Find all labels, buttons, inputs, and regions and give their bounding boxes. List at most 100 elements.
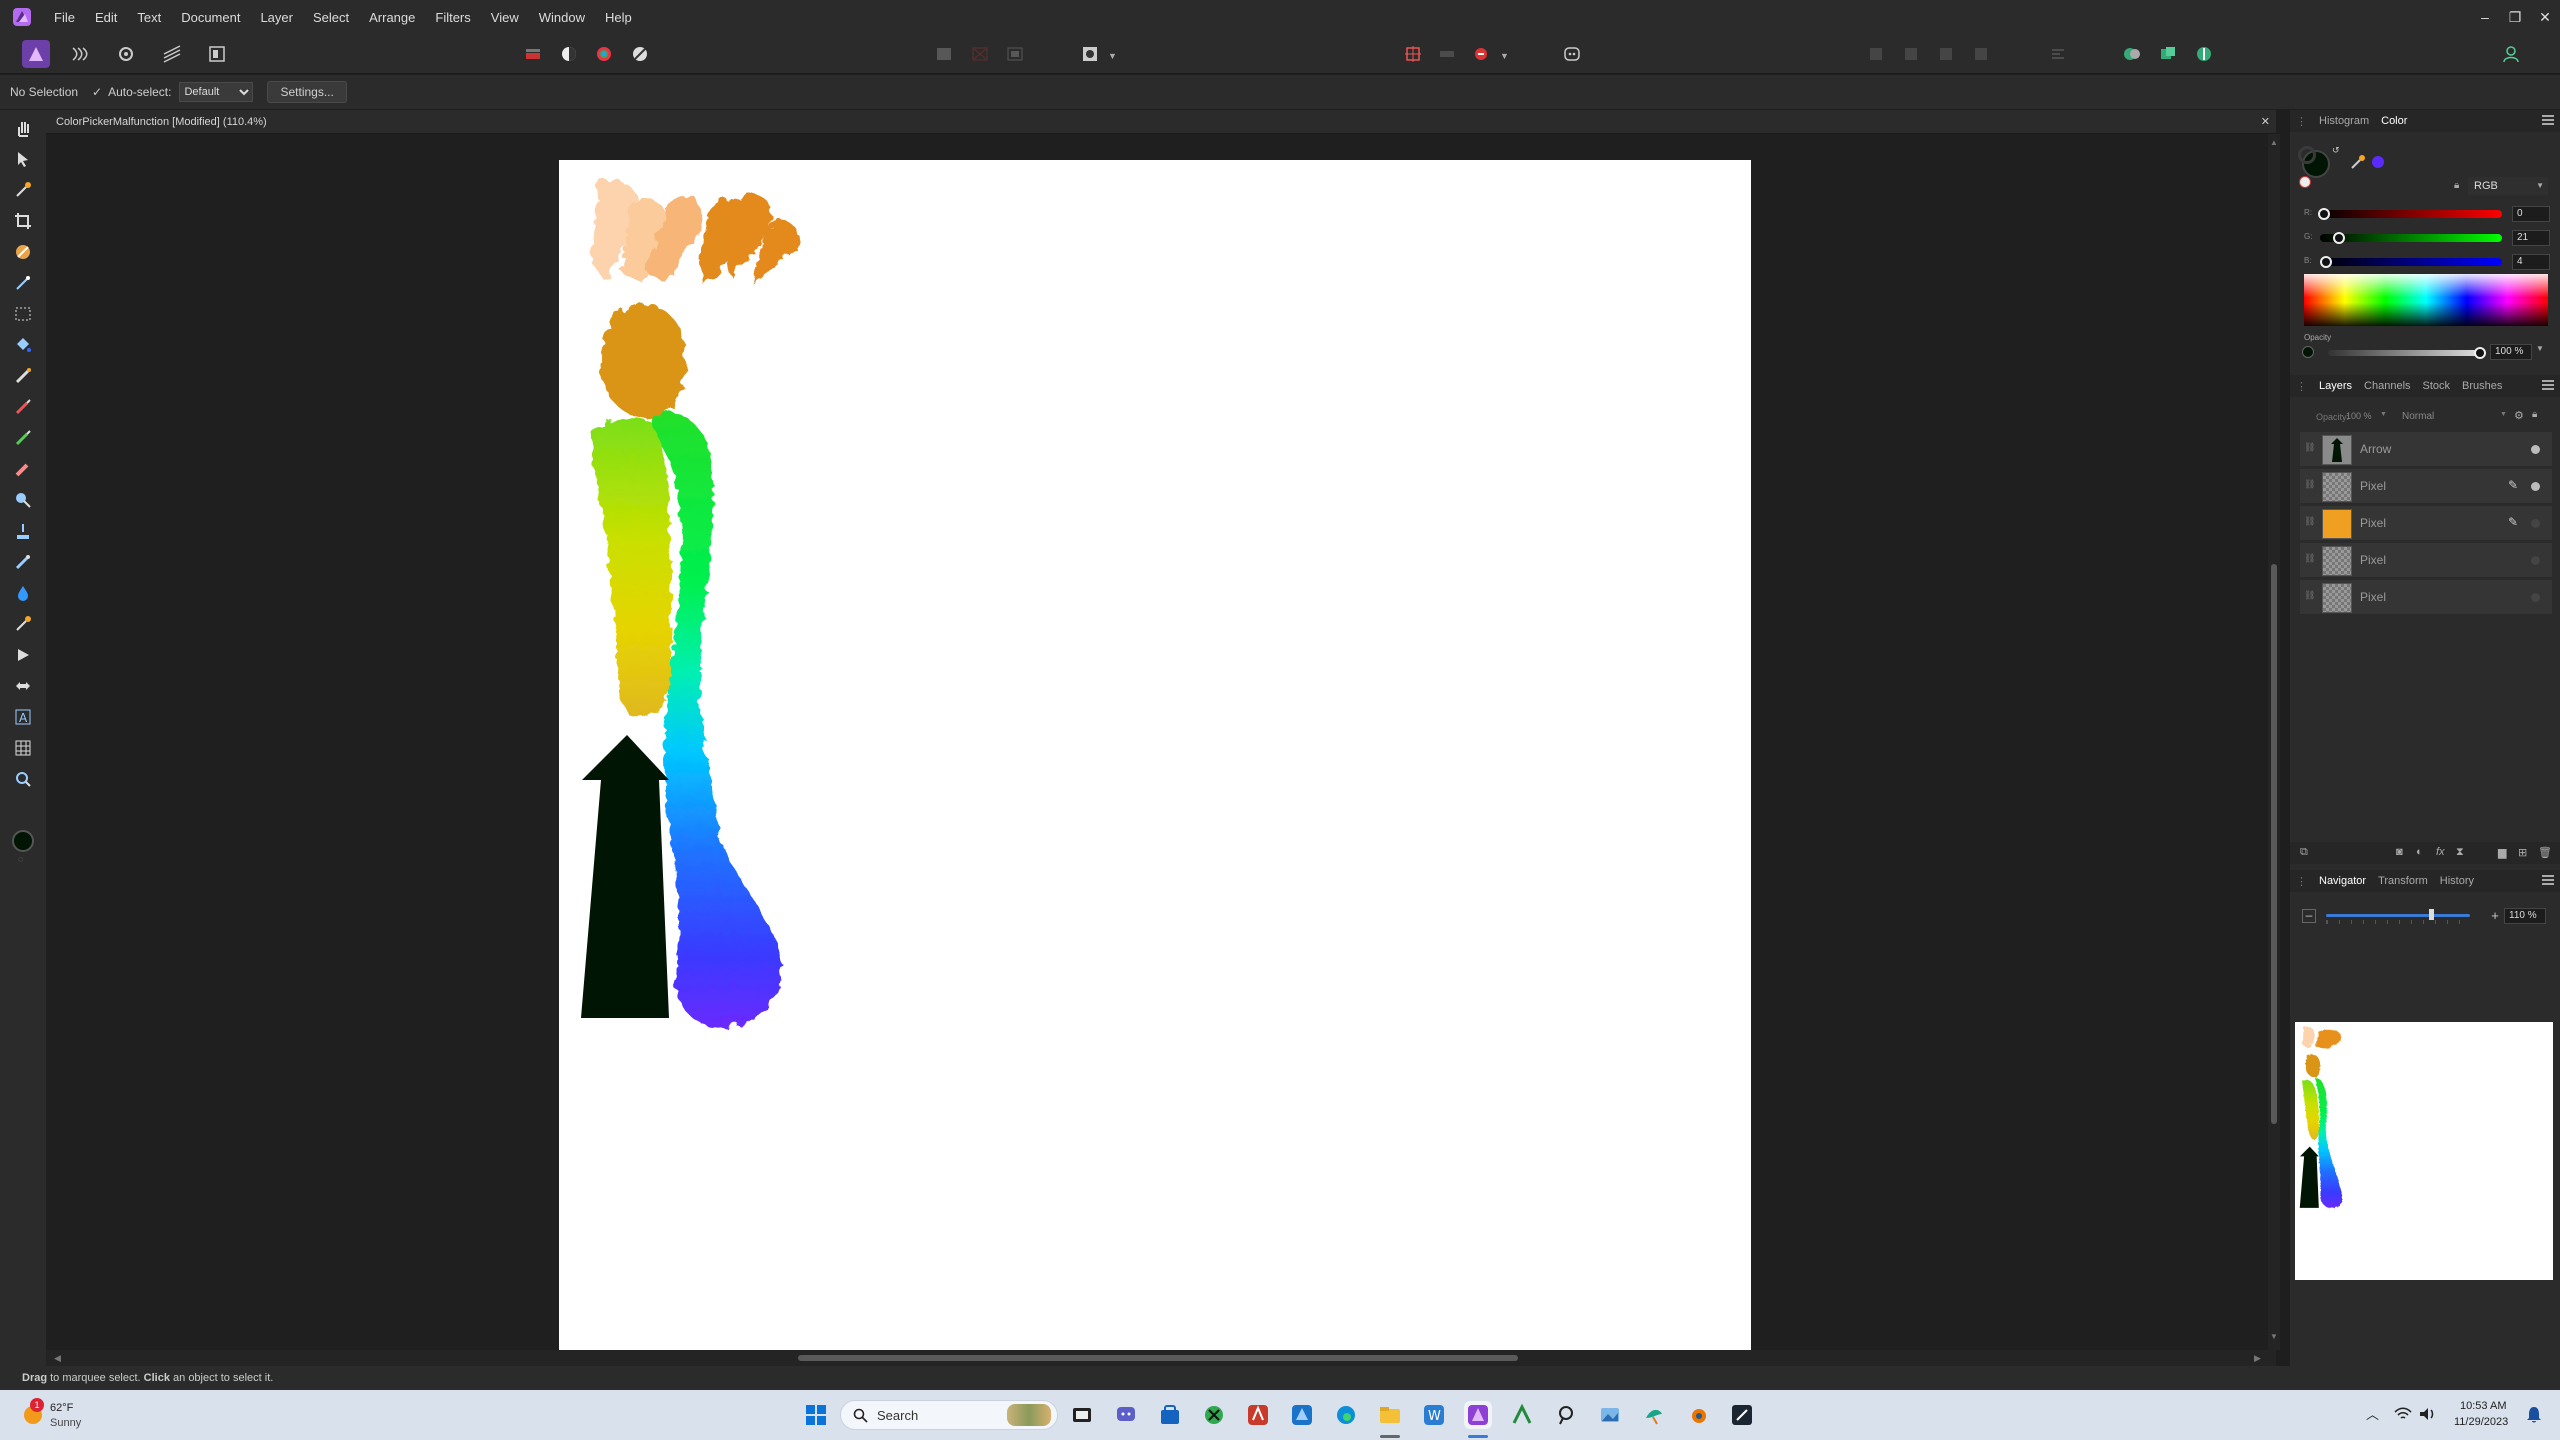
horizontal-scroll-thumb[interactable] [798,1355,1518,1361]
red-value-input[interactable]: 0 [2512,206,2550,222]
paint-brush-tool-icon[interactable] [11,395,35,419]
clock-time[interactable]: 10:53 AM [2460,1400,2506,1412]
zoom-slider-knob[interactable] [2429,909,2434,920]
layer-opacity-value[interactable]: 100 % [2346,411,2372,421]
green-app-icon[interactable] [1508,1401,1536,1429]
vertical-scrollbar[interactable]: ▲ ▼ [2268,134,2280,1350]
layer-row[interactable]: ⛓ Pixel ✎ [2300,469,2552,504]
auto-color-icon[interactable] [590,40,618,68]
add-mask-icon[interactable]: ◙ [2396,846,2403,858]
swap-fill-stroke-icon[interactable]: ↺ [2332,145,2340,156]
lock-icon[interactable]: 🔒︎ [2454,180,2459,191]
smudge-tool-icon[interactable] [11,612,35,636]
swap-colors-icon[interactable]: ◌ [18,854,23,864]
photos-app-icon[interactable] [1596,1401,1624,1429]
force-pixel-alignment-icon[interactable] [1467,40,1495,68]
task-view-icon[interactable] [1068,1401,1096,1429]
close-window-button[interactable]: ✕ [2530,0,2560,34]
layer-row[interactable]: ⛓ Pixel [2300,543,2552,578]
primary-color-swatch[interactable] [12,830,34,852]
insert-inside-icon[interactable] [2190,40,2218,68]
affinity-publisher-icon[interactable] [1244,1401,1272,1429]
inpainting-tool-icon[interactable] [11,240,35,264]
menu-window[interactable]: Window [529,10,595,25]
develop-persona-icon[interactable] [112,40,140,68]
tab-brushes[interactable]: Brushes [2456,380,2508,392]
document-tab[interactable]: ColorPickerMalfunction [Modified] (110.4… [46,110,2276,134]
add-group-icon[interactable]: ▆ [2498,846,2506,859]
menu-filters[interactable]: Filters [425,10,480,25]
crop-tool-icon[interactable] [11,209,35,233]
dodge-tool-icon[interactable] [11,488,35,512]
erase-tool-icon[interactable] [11,457,35,481]
marquee-tool-icon[interactable] [11,302,35,326]
affinity-designer-icon[interactable] [1288,1401,1316,1429]
auto-select-dropdown[interactable]: Default [179,82,254,102]
windows-start-icon[interactable] [802,1401,830,1429]
blend-mode-dropdown-icon[interactable]: ▼ [2500,411,2507,418]
color-panel-menu-icon[interactable] [2542,115,2554,125]
wifi-icon[interactable] [2394,1406,2412,1422]
blue-slider[interactable] [2320,258,2502,266]
tone-mapping-persona-icon[interactable] [158,40,186,68]
xbox-icon[interactable] [1200,1401,1228,1429]
zoom-value-input[interactable]: 110 % [2504,908,2546,924]
layer-lock-children-icon[interactable]: ⧉ [2300,846,2308,859]
add-live-filter-icon[interactable]: ⧗ [2456,846,2464,859]
menu-layer[interactable]: Layer [250,10,303,25]
weather-temp[interactable]: 62°F [50,1402,73,1414]
color-mode-dropdown[interactable]: RGB ▼ [2468,177,2548,195]
picked-color-swatch[interactable] [2372,156,2384,168]
red-slider-knob[interactable] [2318,208,2330,220]
zoom-out-button[interactable]: – [2302,909,2316,923]
microsoft-store-icon[interactable] [1156,1401,1184,1429]
affinity-photo-taskbar-icon[interactable] [1464,1401,1492,1429]
auto-select-checkbox[interactable]: ✓ [92,85,102,99]
layer-brush-icon[interactable]: ✎ [2508,478,2518,492]
color-picker-tool-icon[interactable] [11,178,35,202]
snap-options-icon[interactable] [1433,40,1461,68]
liquify-persona-icon[interactable] [66,40,94,68]
menu-edit[interactable]: Edit [85,10,127,25]
selection-brush-tool-icon[interactable] [11,271,35,295]
blue-value-input[interactable]: 4 [2512,254,2550,270]
scroll-left-icon[interactable]: ◀ [54,1353,61,1364]
selection-mode-icon[interactable] [930,40,958,68]
auto-white-balance-icon[interactable] [626,40,654,68]
navigator-preview[interactable] [2295,1022,2553,1280]
shape-tool-icon[interactable] [11,674,35,698]
tab-history[interactable]: History [2434,875,2480,887]
add-layer-icon[interactable]: ⊞ [2518,846,2527,859]
photo-persona-icon[interactable] [22,40,50,68]
layer-row[interactable]: ⛓ Pixel [2300,580,2552,615]
tab-navigator[interactable]: Navigator [2313,875,2372,887]
align-icon[interactable] [2044,40,2072,68]
opacity-dropdown-icon[interactable]: ▼ [2536,344,2544,353]
pen-tool-icon[interactable] [11,643,35,667]
add-fx-icon[interactable]: fx [2436,846,2445,858]
text-tool-icon[interactable]: A [11,705,35,729]
horizontal-scrollbar[interactable]: ◀ ▶ [46,1350,2276,1366]
arrange-front-icon[interactable] [1967,40,1995,68]
zoom-tool-icon[interactable] [11,767,35,791]
green-value-input[interactable]: 21 [2512,230,2550,246]
scroll-right-icon[interactable]: ▶ [2254,1353,2261,1364]
green-slider-knob[interactable] [2333,232,2345,244]
settings-button[interactable]: Settings... [267,81,347,103]
taskbar-search-box[interactable]: Search [840,1400,1058,1430]
snipping-tool-icon[interactable] [1728,1401,1756,1429]
weather-desc[interactable]: Sunny [50,1417,81,1429]
color-spectrum[interactable] [2304,274,2548,326]
layer-opacity-dropdown-icon[interactable]: ▼ [2380,411,2387,418]
menu-help[interactable]: Help [595,10,642,25]
notification-bell-icon[interactable] [2526,1406,2542,1424]
auto-levels-icon[interactable] [555,40,583,68]
bird-app-icon[interactable] [1640,1401,1668,1429]
menu-arrange[interactable]: Arrange [359,10,425,25]
arrange-backward-icon[interactable] [1897,40,1925,68]
chat-icon[interactable] [1112,1401,1140,1429]
move-tool-icon[interactable] [11,147,35,171]
layer-settings-gear-icon[interactable]: ⚙ [2514,409,2524,422]
blur-tool-icon[interactable] [11,581,35,605]
clock-date[interactable]: 11/29/2023 [2454,1416,2508,1428]
